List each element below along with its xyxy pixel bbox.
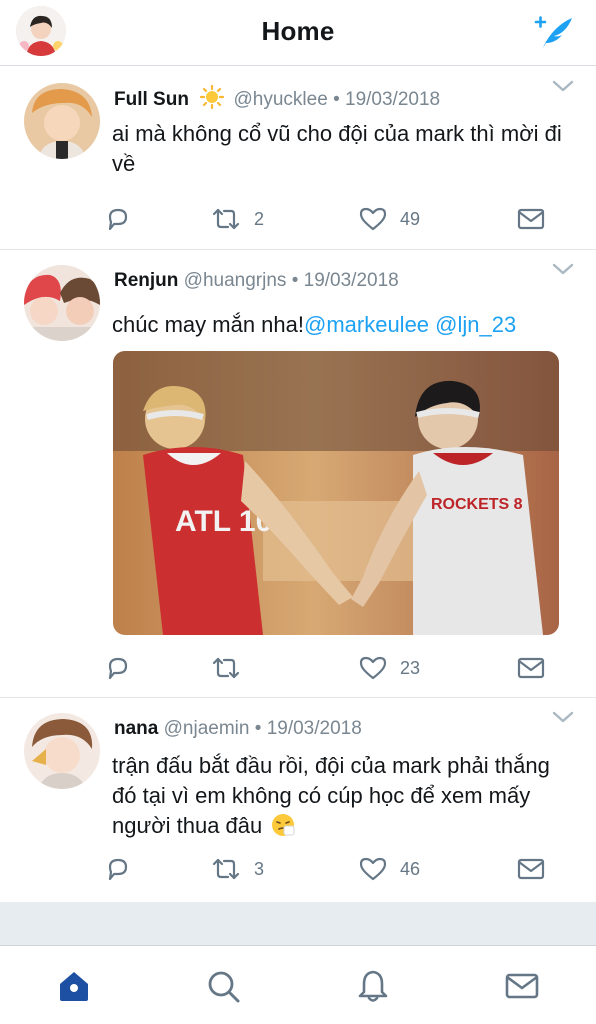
like-button[interactable]: 46 — [358, 854, 420, 884]
home-icon — [60, 972, 88, 1001]
like-button[interactable]: 49 — [358, 204, 420, 234]
tweet-date: 19/03/2018 — [266, 718, 362, 739]
timeline-end-spacer — [0, 902, 596, 946]
tweet-card[interactable]: Renjun @huangrjns • 19/03/2018 chúc may … — [0, 251, 596, 698]
heart-icon — [359, 207, 387, 231]
bell-icon — [358, 970, 388, 1002]
retweet-count: 2 — [254, 208, 265, 229]
tweet-text: trận đấu bắt đầu rồi, đội của mark phải … — [112, 751, 578, 841]
retweet-button[interactable]: 2 — [210, 204, 264, 234]
top-bar: Home — [0, 0, 596, 66]
retweet-button[interactable] — [210, 653, 254, 683]
chevron-down-icon[interactable] — [552, 262, 574, 276]
tweet-author-avatar[interactable] — [24, 83, 100, 159]
mail-icon — [505, 973, 539, 999]
tweet-card[interactable]: Full Sun @hyucklee • 19/03/2018 ai mà kh… — [0, 67, 596, 250]
separator-dot: • — [291, 270, 299, 291]
bottom-tab-bar — [0, 946, 596, 1024]
chevron-down-icon[interactable] — [552, 79, 574, 93]
tweet-author-avatar[interactable] — [24, 713, 100, 789]
tweet-author-avatar[interactable] — [24, 265, 100, 341]
direct-message-button[interactable] — [516, 653, 546, 683]
reply-button[interactable] — [104, 653, 144, 683]
compose-tweet-icon[interactable] — [528, 12, 576, 52]
sun-emoji — [200, 84, 225, 110]
like-count: 46 — [400, 858, 421, 879]
separator-dot: • — [254, 718, 262, 739]
tab-messages[interactable] — [504, 968, 540, 1004]
author-handle: @njaemin — [163, 718, 250, 739]
page-title: Home — [261, 16, 335, 46]
reply-button[interactable] — [104, 854, 144, 884]
retweet-button[interactable]: 3 — [210, 854, 264, 884]
author-name[interactable]: nana — [114, 718, 158, 739]
tweet-text: chúc may mắn nha!@markeulee @ljn_23 — [112, 310, 592, 340]
reply-icon — [108, 858, 128, 881]
sneezing-face-emoji — [272, 814, 295, 836]
heart-icon — [359, 857, 387, 881]
like-count: 23 — [400, 657, 421, 678]
tweet-media-photo[interactable]: ATL 10 ROCKETS 8 — [113, 351, 559, 635]
basketball-photo: ATL 10 ROCKETS 8 — [113, 351, 559, 635]
retweet-icon — [212, 208, 240, 230]
tweet-card[interactable]: nana @njaemin • 19/03/2018 trận đấu bắt … — [0, 699, 596, 902]
like-count: 49 — [400, 208, 421, 229]
mention-link[interactable]: @ljn_23 — [435, 312, 516, 337]
tab-search[interactable] — [205, 968, 241, 1004]
separator-dot: • — [333, 89, 340, 110]
retweet-count: 3 — [254, 858, 265, 879]
tweet-header: nana @njaemin • 19/03/2018 — [114, 718, 362, 740]
reply-icon — [108, 208, 128, 231]
reply-button[interactable] — [104, 204, 144, 234]
direct-message-button[interactable] — [516, 854, 546, 884]
tab-notifications[interactable] — [355, 968, 391, 1004]
mail-icon — [517, 208, 545, 230]
tweet-date: 19/03/2018 — [303, 270, 399, 291]
tweet-text: ai mà không cổ vũ cho đội của mark thì m… — [112, 121, 562, 176]
mail-icon — [517, 657, 545, 679]
mail-icon — [517, 858, 545, 880]
retweet-icon — [212, 858, 240, 880]
chevron-down-icon[interactable] — [552, 710, 574, 724]
tweet-date: 19/03/2018 — [345, 89, 441, 110]
author-name[interactable]: Renjun — [114, 270, 178, 291]
search-icon — [208, 971, 240, 1003]
heart-icon — [359, 656, 387, 680]
tweet-header: Full Sun @hyucklee • 19/03/2018 — [114, 84, 441, 111]
like-button[interactable]: 23 — [358, 653, 420, 683]
tab-home[interactable] — [56, 968, 92, 1004]
mention-link[interactable]: @markeulee — [304, 312, 429, 337]
tweet-header: Renjun @huangrjns • 19/03/2018 — [114, 270, 399, 292]
author-handle: @hyucklee — [233, 89, 328, 110]
author-name[interactable]: Full Sun — [114, 89, 189, 110]
tweet-text-body: trận đấu bắt đầu rồi, đội của mark phải … — [112, 753, 550, 838]
reply-icon — [108, 657, 128, 680]
retweet-icon — [212, 657, 240, 679]
tweet-text-body: chúc may mắn nha! — [112, 312, 304, 337]
direct-message-button[interactable] — [516, 204, 546, 234]
author-handle: @huangrjns — [183, 270, 287, 291]
